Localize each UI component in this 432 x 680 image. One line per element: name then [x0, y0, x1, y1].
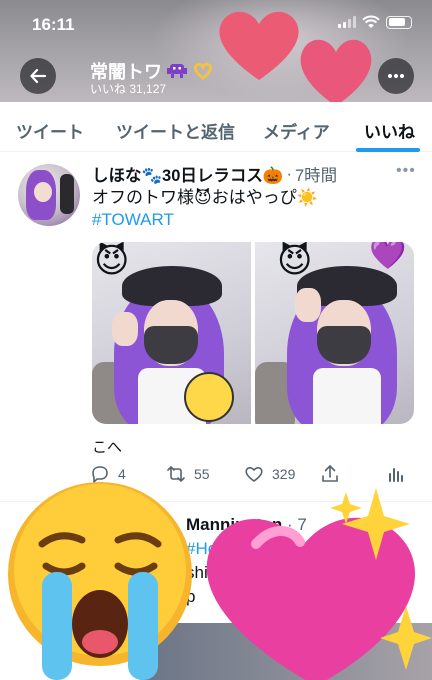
- battery-icon: [386, 15, 412, 29]
- tweet-author-name[interactable]: しほな🐾30日レラコス🎃: [92, 162, 283, 186]
- tab-tweets[interactable]: ツイート: [16, 118, 84, 143]
- pink-heart-sticker-large: [219, 11, 299, 81]
- wifi-icon: [362, 15, 380, 28]
- profile-tabs: ツイート ツイートと返信 メディア いいね: [0, 102, 432, 152]
- like-count: 329: [272, 466, 296, 482]
- share-button[interactable]: [320, 464, 340, 484]
- purple-invader-icon: [167, 64, 187, 78]
- sparkling-heart-sticker: [206, 488, 432, 680]
- avatar[interactable]: [18, 164, 80, 226]
- status-time: 16:11: [32, 15, 75, 34]
- tweet-photo-2[interactable]: 😈 💜: [255, 242, 414, 424]
- analytics-button[interactable]: [386, 464, 406, 484]
- tweet-media[interactable]: 😈 😈 💜: [92, 242, 414, 424]
- devil-emoji-icon: 😈: [277, 242, 313, 280]
- likes-count: いいね 31,127: [90, 82, 167, 96]
- like-button[interactable]: 329: [244, 464, 295, 484]
- ellipsis-icon: [388, 74, 404, 78]
- tweet-time[interactable]: 7時間: [295, 162, 337, 186]
- tab-media[interactable]: メディア: [263, 118, 330, 143]
- more-options-button[interactable]: [378, 58, 414, 94]
- devil-emoji-icon: 😈: [94, 242, 130, 280]
- purple-heart-emoji-icon: 💜: [369, 242, 407, 271]
- tweet-header: しほな🐾30日レラコス🎃 · 7時間: [92, 162, 337, 186]
- signal-icon: [338, 16, 356, 28]
- heart-hands-icon: [193, 62, 213, 80]
- tweet-text: オフのトワ様😈おはやっぴ☀️: [92, 188, 318, 207]
- tweet-more-icon[interactable]: •••: [396, 162, 416, 180]
- arrow-left-icon: [30, 68, 47, 84]
- crying-face-sticker: [8, 482, 192, 680]
- back-button[interactable]: [20, 58, 56, 94]
- analytics-icon: [389, 468, 403, 482]
- pink-heart-sticker-small: [300, 39, 372, 107]
- sun-sticker-icon: [184, 372, 234, 422]
- share-icon: [322, 464, 338, 482]
- tab-tweets-and-replies[interactable]: ツイートと返信: [116, 118, 235, 143]
- tweet-hashtag-link[interactable]: #TOWART: [92, 210, 174, 230]
- status-icons: [338, 15, 412, 29]
- tweet-caption: こへ: [92, 439, 123, 456]
- tweet-separator: ·: [286, 164, 292, 183]
- heart-outline-icon: [245, 466, 263, 482]
- tweet-photo-1[interactable]: 😈: [92, 242, 251, 424]
- tweet-card[interactable]: しほな🐾30日レラコス🎃 · 7時間 ••• オフのトワ様😈おはやっぴ☀️ #T…: [0, 152, 432, 502]
- tab-likes[interactable]: いいね: [364, 118, 415, 143]
